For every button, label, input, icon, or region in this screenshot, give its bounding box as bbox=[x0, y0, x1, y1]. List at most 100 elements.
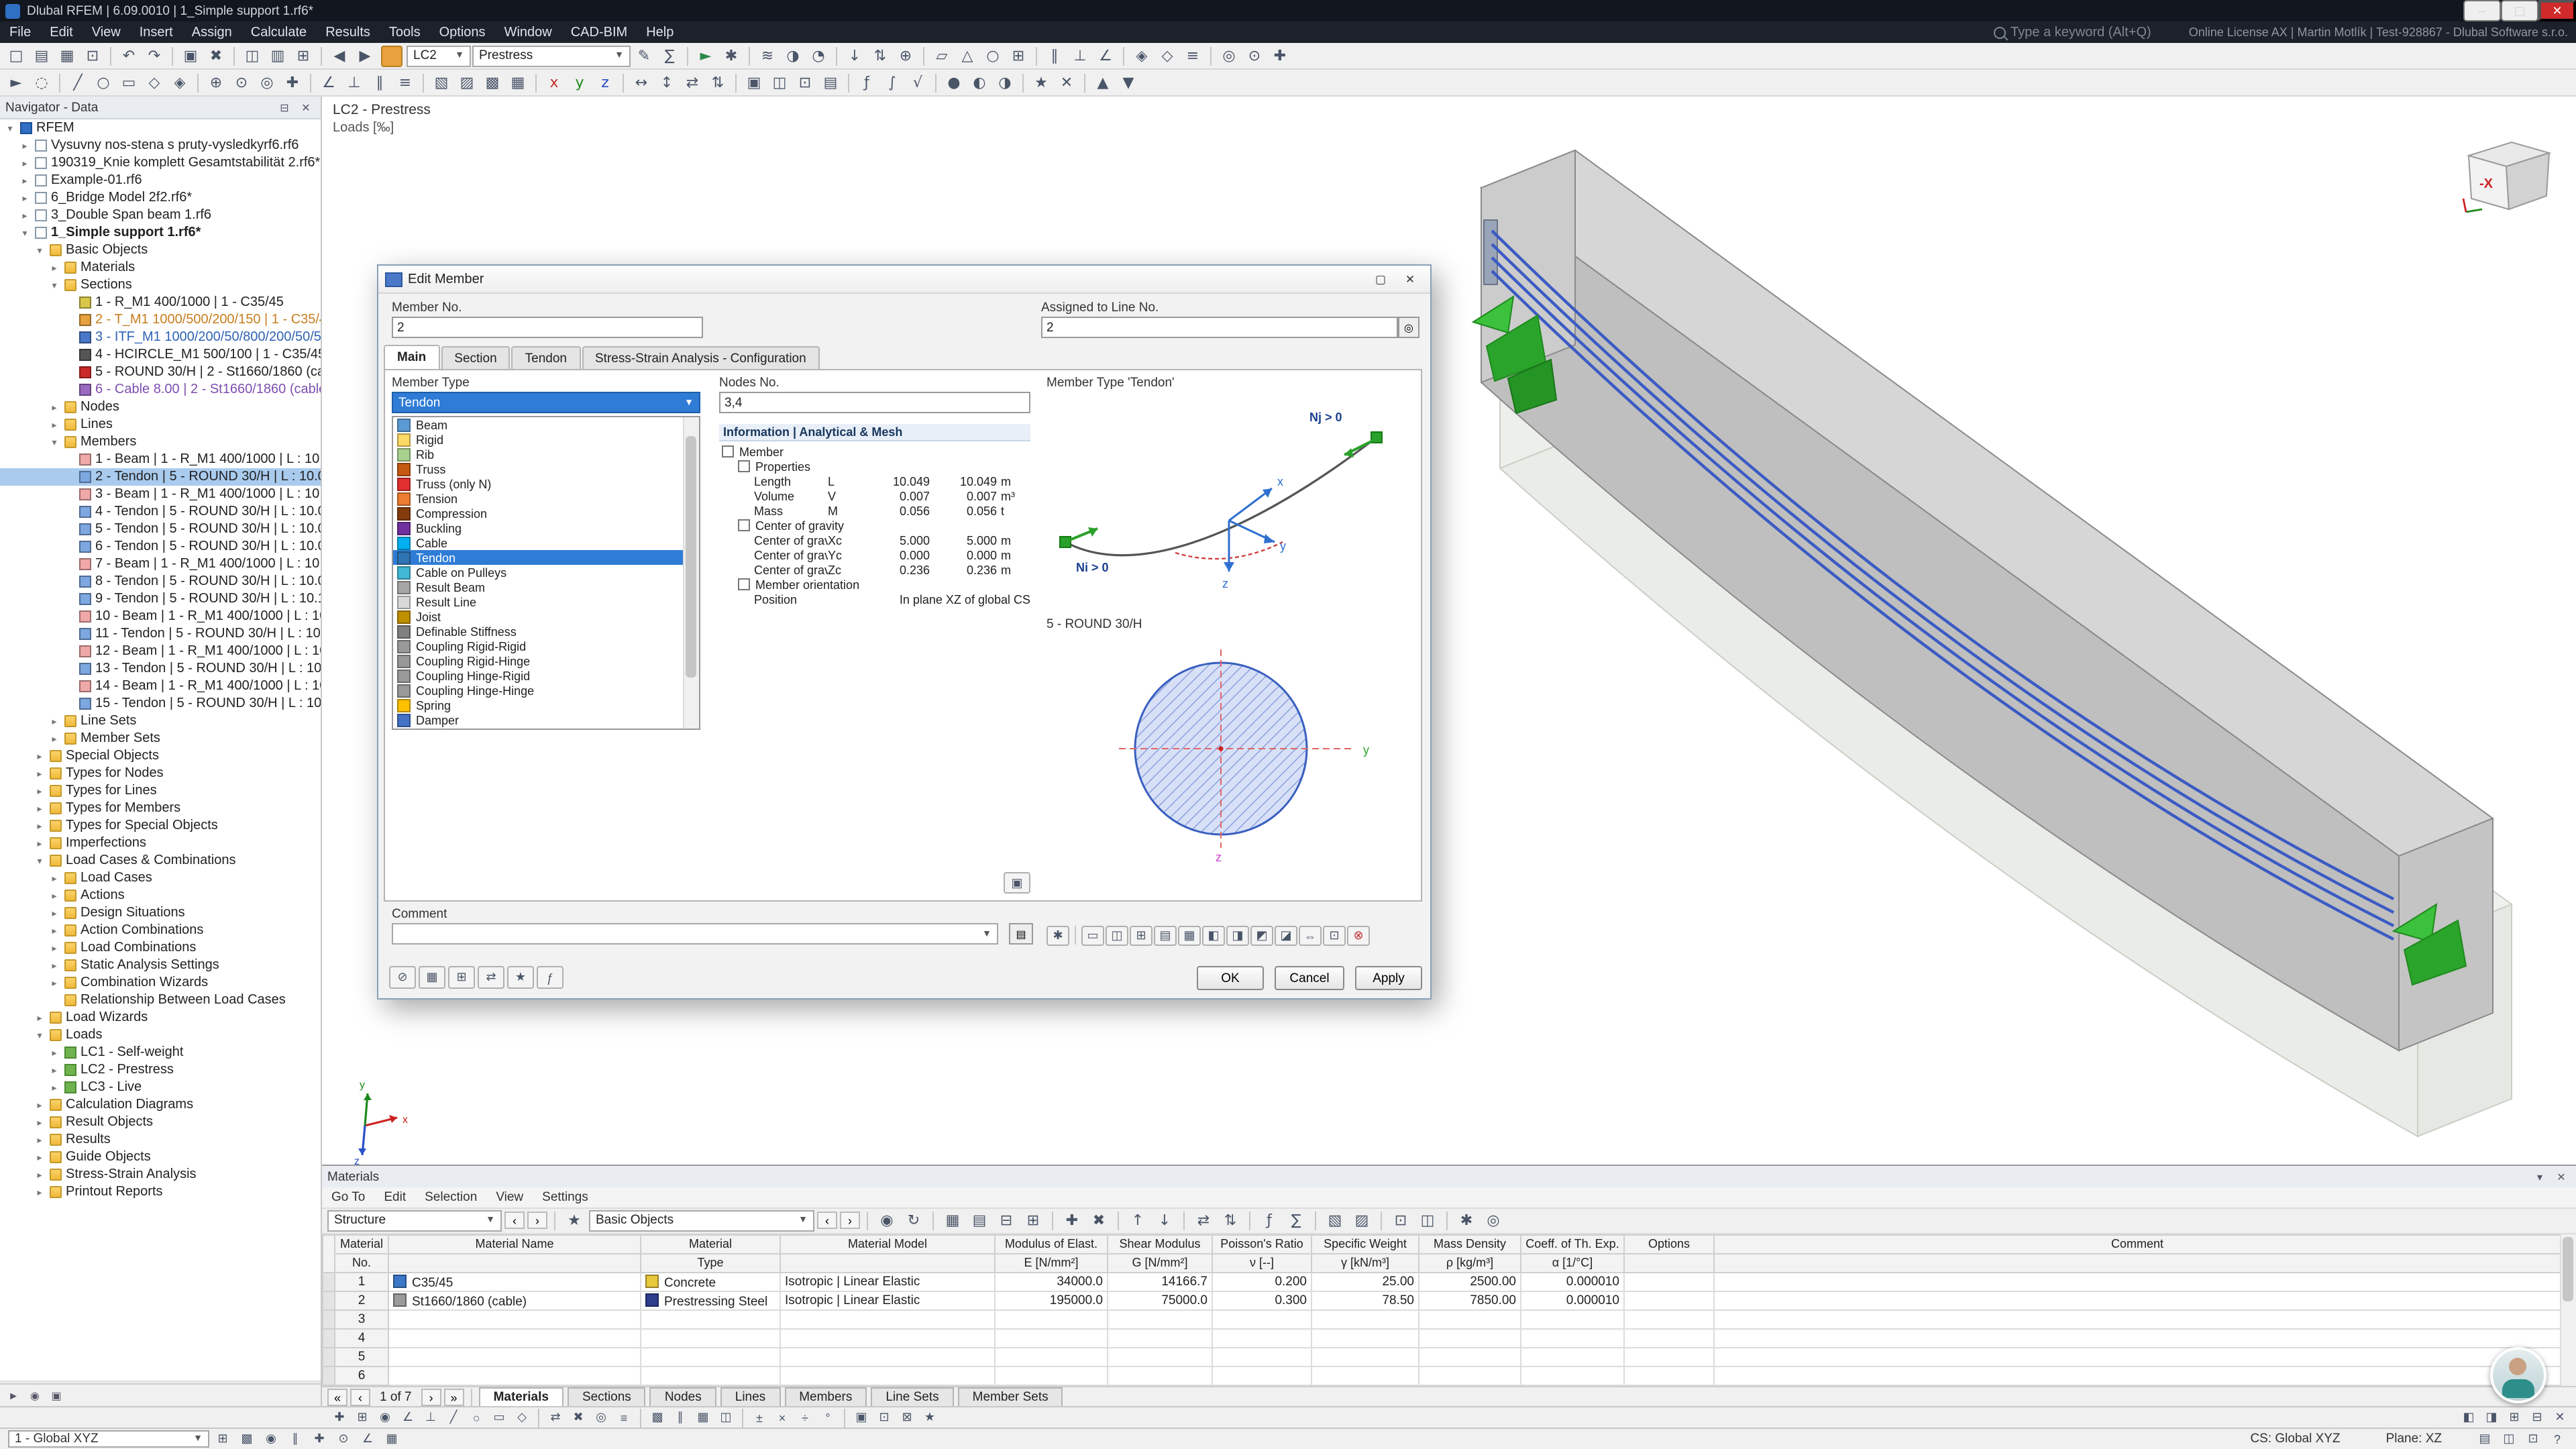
dimension-icon[interactable]: ∠ bbox=[317, 71, 341, 94]
keyword-search[interactable]: Type a keyword (Alt+Q) bbox=[1993, 25, 2151, 40]
tab-stress-strain-analysis-configuration[interactable]: Stress-Strain Analysis - Configuration bbox=[582, 346, 820, 369]
polar-icon[interactable]: ✖ bbox=[568, 1408, 589, 1427]
expander-icon[interactable]: ▸ bbox=[34, 1152, 46, 1163]
plane-icon[interactable]: ▦ bbox=[692, 1408, 714, 1427]
grid-icon[interactable]: ⊞ bbox=[1006, 44, 1030, 67]
tree-item[interactable]: ▸ LC2 - Prestress bbox=[0, 1061, 321, 1079]
tree-item[interactable]: ▸ Nodes bbox=[0, 398, 321, 416]
table-row[interactable]: 6 bbox=[322, 1366, 2561, 1386]
expander-icon[interactable]: ▸ bbox=[48, 873, 60, 883]
column-header-no[interactable]: No. bbox=[334, 1253, 389, 1273]
tree-item[interactable]: 15 - Tendon | 5 - ROUND 30/H | L : 10.00… bbox=[0, 695, 321, 712]
cell-no[interactable]: 1 bbox=[334, 1272, 389, 1292]
delete-icon[interactable]: ✖ bbox=[204, 44, 228, 67]
panel-menu-icon[interactable]: ▾ bbox=[2530, 1168, 2549, 1185]
menu-tools[interactable]: Tools bbox=[380, 21, 430, 43]
expander-icon[interactable]: ▸ bbox=[34, 786, 46, 796]
panel-close-icon[interactable]: ✕ bbox=[2549, 1408, 2571, 1427]
expander-icon[interactable]: ▸ bbox=[34, 1134, 46, 1145]
column-header-type[interactable]: Material bbox=[640, 1234, 781, 1254]
tree-item[interactable]: 13 - Tendon | 5 - ROUND 30/H | L : 10.00… bbox=[0, 660, 321, 678]
next-group-button[interactable]: › bbox=[527, 1212, 547, 1229]
load-case-number-combobox[interactable]: LC2 ▼ bbox=[407, 45, 471, 66]
tree-item[interactable]: Relationship Between Load Cases bbox=[0, 991, 321, 1009]
select-mode-icon[interactable]: ► bbox=[4, 1387, 23, 1404]
sort-icon[interactable]: ⇅ bbox=[1218, 1209, 1242, 1232]
prev-table-button[interactable]: ‹ bbox=[817, 1212, 837, 1229]
row-selector-cell[interactable] bbox=[322, 1309, 335, 1330]
tree-item[interactable]: ▸ Static Analysis Settings bbox=[0, 957, 321, 974]
first-table-button[interactable]: « bbox=[327, 1389, 347, 1406]
tree-item[interactable]: 5 - ROUND 30/H | 2 - St1660/1860 (cable) bbox=[0, 364, 321, 381]
snap-angle-icon[interactable]: ∠ bbox=[397, 1408, 419, 1427]
opening-icon[interactable]: △ bbox=[955, 44, 979, 67]
workplane-icon[interactable]: ◫ bbox=[715, 1408, 737, 1427]
tree-item[interactable]: ▾ Sections bbox=[0, 276, 321, 294]
move-down-icon[interactable]: ↓ bbox=[1152, 1209, 1177, 1232]
cell-type[interactable] bbox=[640, 1309, 781, 1330]
table-row[interactable]: 2 St1660/1860 (cable) Prestressing Steel Is… bbox=[322, 1291, 2561, 1311]
cell-g[interactable]: 14166.7 bbox=[1107, 1272, 1213, 1292]
tree-item[interactable]: 1 - Beam | 1 - R_M1 400/1000 | L : 10.00… bbox=[0, 451, 321, 468]
cell-model[interactable]: Isotropic | Linear Elastic bbox=[780, 1272, 996, 1292]
tree-item[interactable]: ▸ 6_Bridge Model 2f2.rf6* bbox=[0, 189, 321, 207]
select-icon[interactable]: ► bbox=[4, 71, 28, 94]
table-row[interactable]: 4 bbox=[322, 1328, 2561, 1348]
ortho-icon[interactable]: ⇄ bbox=[545, 1408, 566, 1427]
find-icon[interactable]: ◉ bbox=[875, 1209, 899, 1232]
tree-item[interactable]: 2 - Tendon | 5 - ROUND 30/H | L : 10.049… bbox=[0, 468, 321, 486]
cell-rho[interactable] bbox=[1418, 1347, 1521, 1367]
table-tab-line-sets[interactable]: Line Sets bbox=[871, 1387, 954, 1407]
coordinate-system-combobox[interactable]: 1 - Global XYZ ▼ bbox=[8, 1430, 209, 1448]
maximize-button[interactable]: ▢ bbox=[2501, 0, 2538, 21]
cell-options[interactable] bbox=[1623, 1328, 1715, 1348]
checkbox-icon[interactable] bbox=[722, 445, 734, 458]
cell-type[interactable]: Concrete bbox=[640, 1272, 781, 1292]
expander-icon[interactable]: ▸ bbox=[19, 193, 31, 203]
background-icon[interactable]: ⊡ bbox=[873, 1408, 895, 1427]
member-type-option[interactable]: Definable Stiffness bbox=[393, 624, 699, 639]
tree-item[interactable]: ▸ LC1 - Self-weight bbox=[0, 1044, 321, 1061]
cell-g[interactable] bbox=[1107, 1309, 1213, 1330]
tree-item[interactable]: ▸ Types for Nodes bbox=[0, 765, 321, 782]
expand-rows-icon[interactable]: ⊞ bbox=[1021, 1209, 1045, 1232]
nodes-no-input[interactable]: 3,4 bbox=[719, 392, 1030, 413]
expander-icon[interactable]: ▸ bbox=[48, 908, 60, 918]
fit-view-icon[interactable]: ⇔ bbox=[1299, 926, 1322, 946]
render-mode-icon[interactable]: ▣ bbox=[47, 1387, 66, 1404]
member-type-option[interactable]: Cable bbox=[393, 535, 699, 550]
section-icon[interactable]: ◈ bbox=[1130, 44, 1154, 67]
member-type-option[interactable]: Compression bbox=[393, 506, 699, 521]
show-results-icon[interactable]: ≋ bbox=[755, 44, 780, 67]
visibility-icon[interactable]: ◉ bbox=[25, 1387, 44, 1404]
zoom-window-icon[interactable]: ⇄ bbox=[680, 71, 704, 94]
expander-icon[interactable]: ▸ bbox=[34, 1117, 46, 1128]
print-section-icon[interactable]: ⊡ bbox=[1323, 926, 1346, 946]
materials-menu-settings[interactable]: Settings bbox=[533, 1190, 598, 1205]
redo-icon[interactable]: ↷ bbox=[142, 44, 166, 67]
menu-file[interactable]: File bbox=[0, 21, 40, 43]
member-type-option[interactable]: Result Beam bbox=[393, 580, 699, 594]
expand-panel-icon[interactable]: ⊞ bbox=[2504, 1408, 2525, 1427]
side-view-icon[interactable]: ▤ bbox=[818, 71, 843, 94]
prev-table-page-button[interactable]: ‹ bbox=[350, 1389, 370, 1406]
member-no-input[interactable]: 2 bbox=[392, 317, 703, 338]
cell-comment[interactable] bbox=[1713, 1291, 2561, 1311]
sqrt-icon[interactable]: √ bbox=[906, 71, 930, 94]
snap-circle-icon[interactable]: ○ bbox=[466, 1408, 487, 1427]
panels-icon[interactable]: ⊞ bbox=[291, 44, 315, 67]
cell-e[interactable]: 34000.0 bbox=[994, 1272, 1108, 1292]
view-x-icon[interactable]: x bbox=[542, 71, 566, 94]
cell-name[interactable]: St1660/1860 (cable) bbox=[388, 1291, 641, 1311]
assigned-line-input[interactable]: 2 bbox=[1041, 317, 1398, 338]
tree-item[interactable]: 6 - Cable 8.00 | 2 - St1660/1860 (cable) bbox=[0, 381, 321, 398]
load-case-name-combobox[interactable]: Prestress ▼ bbox=[472, 45, 631, 66]
close-button[interactable]: ✕ bbox=[2538, 0, 2576, 21]
grid-toggle-icon[interactable]: ▩ bbox=[236, 1430, 258, 1448]
table-view-icon[interactable]: ▦ bbox=[941, 1209, 965, 1232]
calculation-settings-icon[interactable]: ✱ bbox=[719, 44, 743, 67]
cell-alpha[interactable] bbox=[1520, 1347, 1625, 1367]
menu-options[interactable]: Options bbox=[430, 21, 495, 43]
tree-item[interactable]: ▸ Printout Reports bbox=[0, 1183, 321, 1201]
member-type-option[interactable]: Cable on Pulleys bbox=[393, 565, 699, 580]
